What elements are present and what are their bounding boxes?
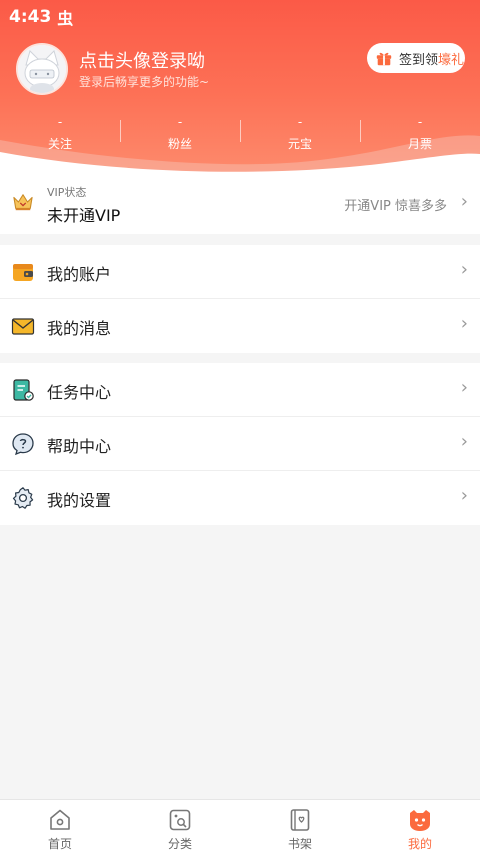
- profile-header: 4:43 虫 点击头像登录呦 登录后畅享更多的功能~ 签到领 壕礼 - 关注 -…: [0, 0, 480, 172]
- avatar[interactable]: [16, 43, 68, 95]
- home-icon: [50, 809, 70, 830]
- tab-label: 我的: [407, 837, 432, 851]
- envelope-icon: [11, 318, 35, 335]
- vip-status-text: 未开通VIP: [47, 206, 121, 225]
- stat-monthly-tickets[interactable]: - 月票: [360, 115, 480, 155]
- gift-icon: [376, 52, 392, 66]
- signin-reward-button[interactable]: 签到领 壕礼: [367, 43, 465, 73]
- vip-label: VIP状态: [47, 186, 87, 199]
- tab-bookshelf[interactable]: 书架: [240, 800, 360, 853]
- chevron-right-icon: ›: [460, 191, 468, 212]
- menu-item-label: 任务中心: [47, 383, 112, 402]
- menu-item-label: 我的账户: [47, 265, 112, 284]
- login-subtitle: 登录后畅享更多的功能~: [79, 75, 210, 89]
- profile-icon: [410, 810, 430, 831]
- tab-home[interactable]: 首页: [0, 800, 120, 853]
- stat-value: -: [417, 115, 423, 129]
- wallet-icon: [13, 264, 33, 281]
- category-icon: [169, 809, 191, 831]
- chevron-right-icon: ›: [460, 259, 468, 280]
- status-time: 4:43: [9, 6, 52, 27]
- stat-following[interactable]: - 关注: [0, 115, 120, 155]
- menu-item-help[interactable]: 帮助中心 ›: [0, 417, 480, 471]
- stat-value: -: [57, 115, 63, 129]
- chevron-right-icon: ›: [460, 313, 468, 334]
- stat-fans[interactable]: - 粉丝: [120, 115, 240, 155]
- chevron-right-icon: ›: [460, 377, 468, 398]
- tab-label: 书架: [287, 837, 312, 851]
- status-bar: 4:43 虫: [0, 0, 480, 28]
- stat-label: 关注: [47, 137, 72, 151]
- bookshelf-icon: [290, 809, 310, 831]
- cat-avatar-icon: [18, 45, 66, 93]
- menu-item-account[interactable]: 我的账户 ›: [0, 245, 480, 299]
- stat-value: -: [177, 115, 183, 129]
- menu-item-messages[interactable]: 我的消息 ›: [0, 299, 480, 353]
- menu-group-misc: 任务中心 › 帮助中心 › 我的设置 ›: [0, 363, 480, 525]
- menu-item-tasks[interactable]: 任务中心 ›: [0, 363, 480, 417]
- menu-item-settings[interactable]: 我的设置 ›: [0, 471, 480, 525]
- signin-highlight: 壕礼: [438, 52, 465, 68]
- tab-label: 首页: [47, 837, 72, 851]
- chevron-right-icon: ›: [460, 431, 468, 452]
- tab-profile[interactable]: 我的: [360, 800, 480, 853]
- gear-icon: [12, 487, 34, 509]
- menu-item-label: 我的消息: [47, 319, 112, 338]
- help-icon: [12, 433, 34, 456]
- stat-value: -: [297, 115, 303, 129]
- task-icon: [13, 379, 34, 401]
- stat-coins[interactable]: - 元宝: [240, 115, 360, 155]
- stats-row: - 关注 - 粉丝 - 元宝 - 月票: [0, 115, 480, 155]
- login-prompt[interactable]: 点击头像登录呦: [79, 47, 205, 73]
- crown-icon: [13, 194, 33, 211]
- tab-label: 分类: [167, 837, 192, 851]
- signin-label: 签到领: [399, 52, 439, 68]
- stat-label: 粉丝: [167, 137, 192, 151]
- vip-promo-text: 开通VIP 惊喜多多: [344, 199, 447, 214]
- stat-label: 元宝: [287, 137, 312, 151]
- stat-label: 月票: [407, 137, 432, 151]
- menu-item-label: 我的设置: [47, 491, 112, 510]
- menu-group-account: 我的账户 › 我的消息 ›: [0, 245, 480, 353]
- vip-status-row[interactable]: VIP状态 未开通VIP 开通VIP 惊喜多多 ›: [0, 172, 480, 234]
- chevron-right-icon: ›: [460, 485, 468, 506]
- menu-item-label: 帮助中心: [47, 437, 112, 456]
- notification-icon: 虫: [57, 8, 74, 28]
- tab-category[interactable]: 分类: [120, 800, 240, 853]
- bottom-tab-bar: 首页 分类 书架 我的: [0, 799, 480, 853]
